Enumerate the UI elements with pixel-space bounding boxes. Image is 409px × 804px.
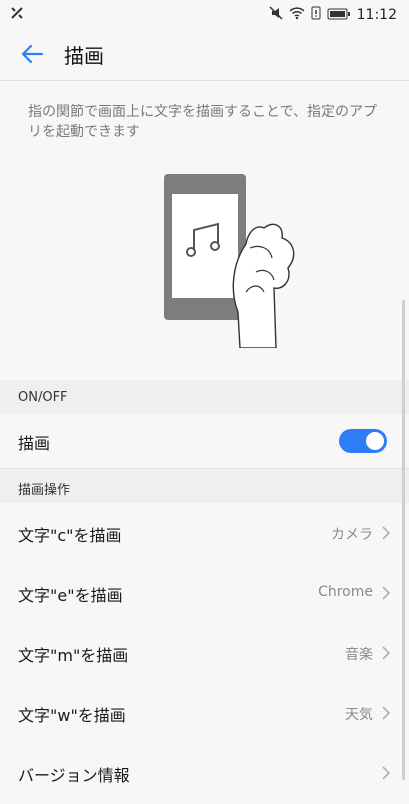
item-label: 文字"e"を描画 <box>18 586 123 605</box>
item-label: 文字"c"を描画 <box>18 526 122 545</box>
list-item-draw-w[interactable]: 文字"w"を描画 天気 <box>0 684 409 745</box>
wifi-icon <box>289 5 305 24</box>
item-value: 音楽 <box>345 647 373 663</box>
tools-icon <box>10 5 24 24</box>
list-item-draw-c[interactable]: 文字"c"を描画 カメラ <box>0 504 409 565</box>
chevron-right-icon <box>381 524 391 542</box>
battery-icon <box>327 5 351 24</box>
draw-toggle-row[interactable]: 描画 <box>0 414 409 469</box>
toggle-knob <box>366 432 384 450</box>
app-bar: 描画 <box>0 28 409 81</box>
chevron-right-icon <box>381 764 391 782</box>
sim-alert-icon <box>311 5 321 24</box>
item-value: 天気 <box>345 707 373 723</box>
list-item-draw-m[interactable]: 文字"m"を描画 音楽 <box>0 624 409 685</box>
list-item-draw-e[interactable]: 文字"e"を描画 Chrome <box>0 564 409 625</box>
item-label: バージョン情報 <box>18 766 130 785</box>
section-title-operations: 描画操作 <box>18 483 71 498</box>
scrollbar[interactable] <box>402 300 405 780</box>
draw-toggle-label: 描画 <box>18 434 51 453</box>
page-title: 描画 <box>64 44 104 68</box>
status-time: 11:12 <box>356 6 397 23</box>
chevron-right-icon <box>381 704 391 722</box>
item-value: Chrome <box>318 584 373 600</box>
chevron-right-icon <box>381 584 391 602</box>
gesture-illustration <box>160 172 300 349</box>
mute-icon <box>269 5 283 24</box>
section-header-onoff: ON/OFF <box>0 380 409 414</box>
feature-description: 指の関節で画面上に文字を描画することで、指定のアプリを起動できます <box>28 104 378 140</box>
draw-toggle-switch[interactable] <box>339 429 387 453</box>
item-label: 文字"w"を描画 <box>18 706 126 725</box>
back-arrow-icon[interactable] <box>18 42 46 66</box>
chevron-right-icon <box>381 644 391 662</box>
list-item-version-info[interactable]: バージョン情報 <box>0 744 409 804</box>
status-icons: 11:12 <box>269 5 397 24</box>
section-title-onoff: ON/OFF <box>18 390 68 405</box>
item-value: カメラ <box>331 527 373 543</box>
section-header-operations: 描画操作 <box>0 469 409 503</box>
status-bar: 11:12 <box>0 0 409 28</box>
item-label: 文字"m"を描画 <box>18 646 129 665</box>
